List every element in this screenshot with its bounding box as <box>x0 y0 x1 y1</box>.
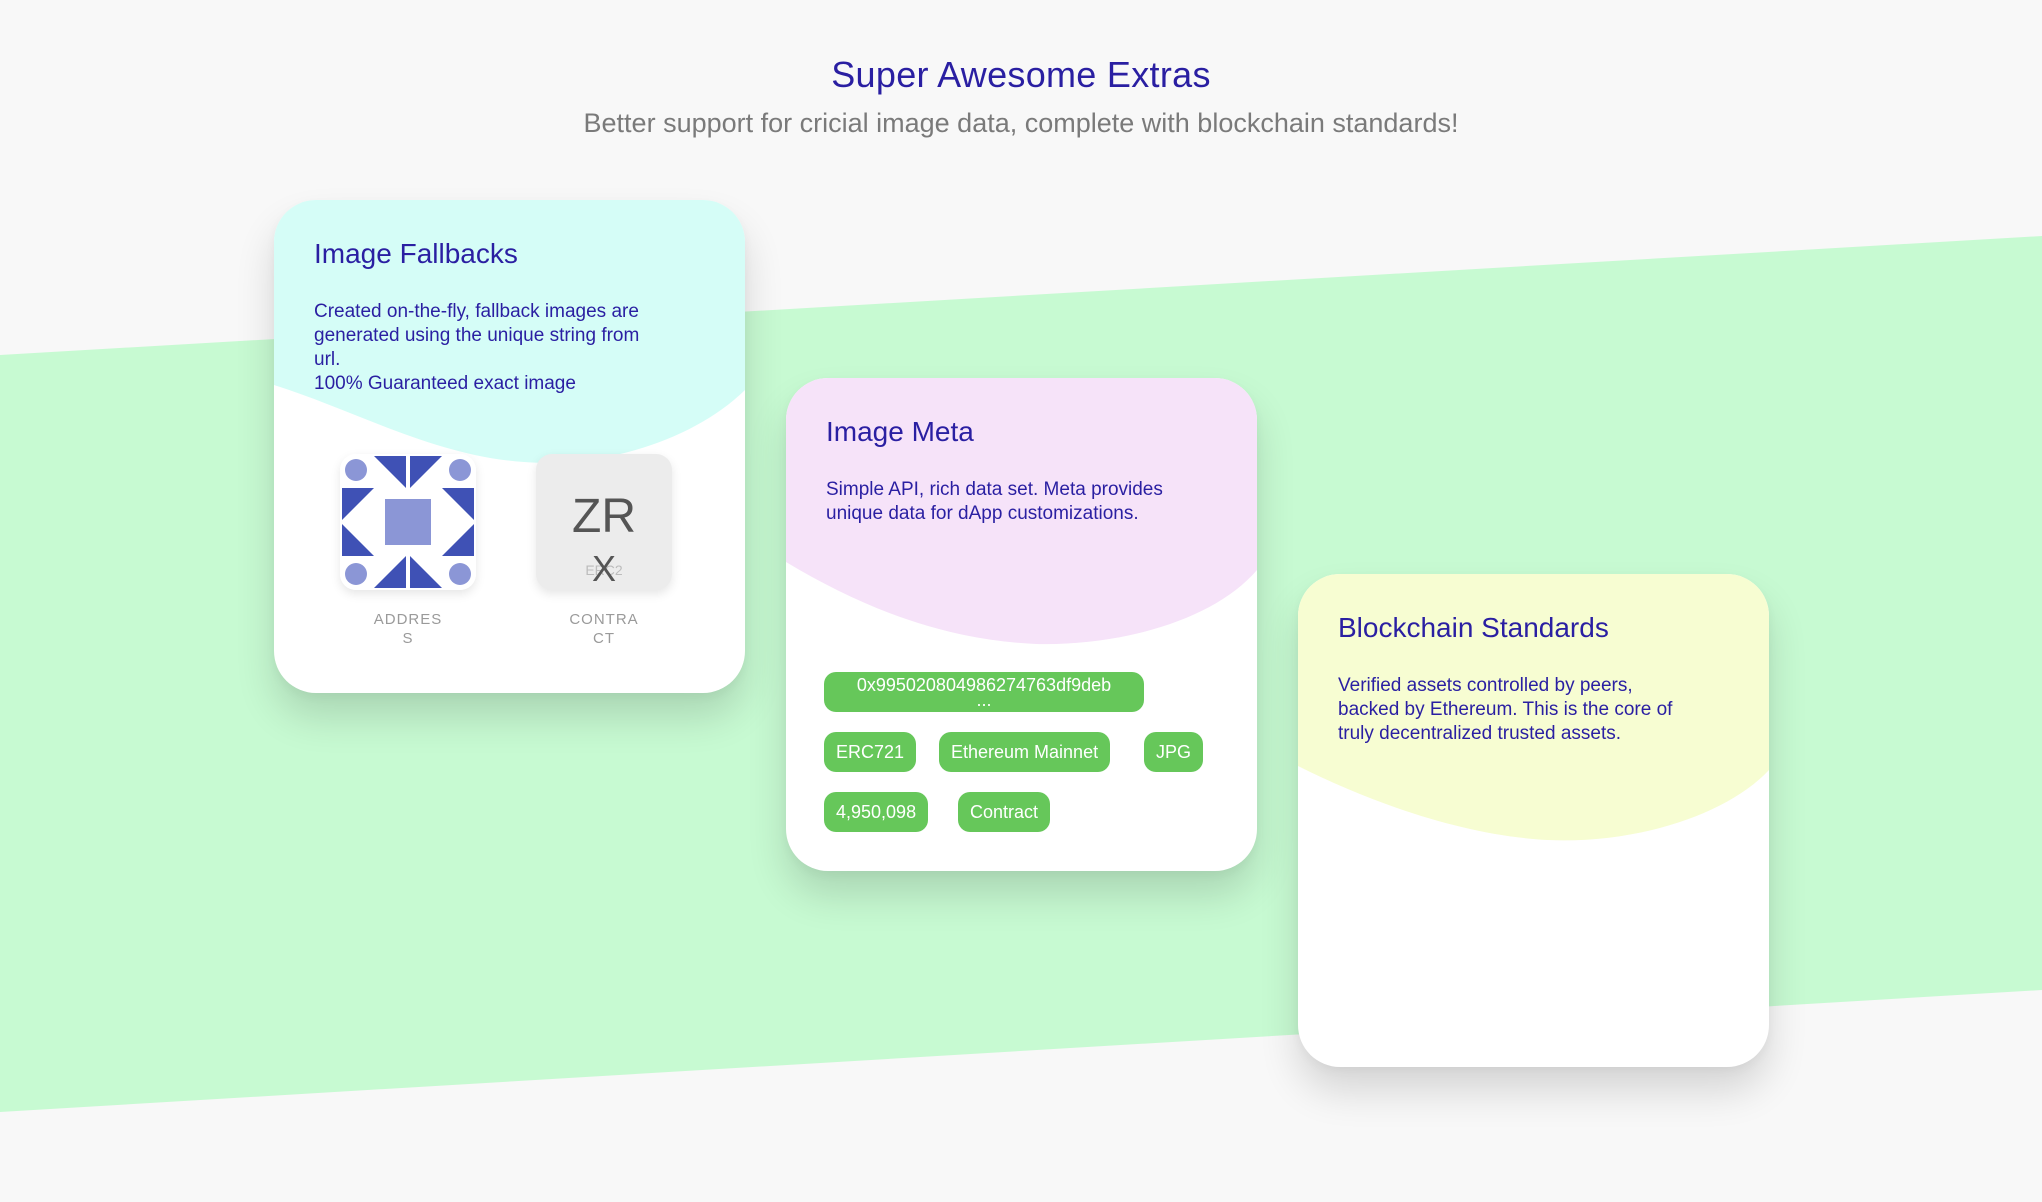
desc-line: truly decentralized trusted assets. <box>1338 723 1622 744</box>
section-header: Super Awesome Extras Better support for … <box>0 54 2042 139</box>
network-tag[interactable]: Ethereum Mainnet <box>939 732 1111 772</box>
desc-line: generated using the unique string from <box>314 325 640 346</box>
image-fallbacks-card: Image Fallbacks Created on-the-fly, fall… <box>274 200 745 693</box>
contract-thumbnail[interactable]: ERC2 ZR X CONTRACT <box>536 454 672 648</box>
blockchain-standards-card: Blockchain Standards Verified assets con… <box>1298 574 1769 1067</box>
fallback-thumbnails: ADDRESS ERC2 ZR X CONTRACT <box>340 454 680 674</box>
contract-symbol-bottom: X <box>591 548 616 589</box>
desc-line: url. <box>314 349 341 370</box>
address-thumbnail[interactable]: ADDRESS <box>340 454 476 648</box>
contract-image: ERC2 ZR X <box>536 454 672 590</box>
desc-line: 100% Guaranteed exact image <box>314 373 576 394</box>
desc-line: backed by Ethereum. This is the core of <box>1338 699 1673 720</box>
card-title: Blockchain Standards <box>1338 612 1609 643</box>
desc-line: Created on-the-fly, fallback images are <box>314 301 639 322</box>
section-title: Super Awesome Extras <box>831 54 1211 95</box>
type-tag[interactable]: Contract <box>958 792 1051 832</box>
format-tag[interactable]: JPG <box>1144 732 1204 772</box>
card-description: Created on-the-fly, fallback images are … <box>314 300 705 396</box>
card-title: Image Meta <box>826 416 974 447</box>
identicon-image <box>340 454 476 590</box>
contract-symbol-top: ZR <box>572 490 636 543</box>
hash-ellipsis: ... <box>976 690 992 710</box>
desc-line: Verified assets controlled by peers, <box>1338 675 1633 696</box>
section-subtitle: Better support for cricial image data, c… <box>583 108 1459 138</box>
desc-line: Simple API, rich data set. Meta provides <box>826 479 1163 500</box>
erc-tag[interactable]: ERC721 <box>824 732 917 772</box>
hash-tag[interactable]: 0x995020804986274763df9deb ... <box>824 672 1144 712</box>
count-tag[interactable]: 4,950,098 <box>824 792 929 832</box>
identicon-icon <box>340 454 476 590</box>
desc-line: unique data for dApp customizations. <box>826 503 1139 524</box>
address-label: ADDRESS <box>373 611 443 647</box>
card-description: Simple API, rich data set. Meta provides… <box>826 478 1217 526</box>
card-description: Verified assets controlled by peers, bac… <box>1338 674 1729 746</box>
image-meta-card: Image Meta Simple API, rich data set. Me… <box>786 378 1257 871</box>
card-title: Image Fallbacks <box>314 238 518 269</box>
contract-label: CONTRACT <box>569 611 639 647</box>
